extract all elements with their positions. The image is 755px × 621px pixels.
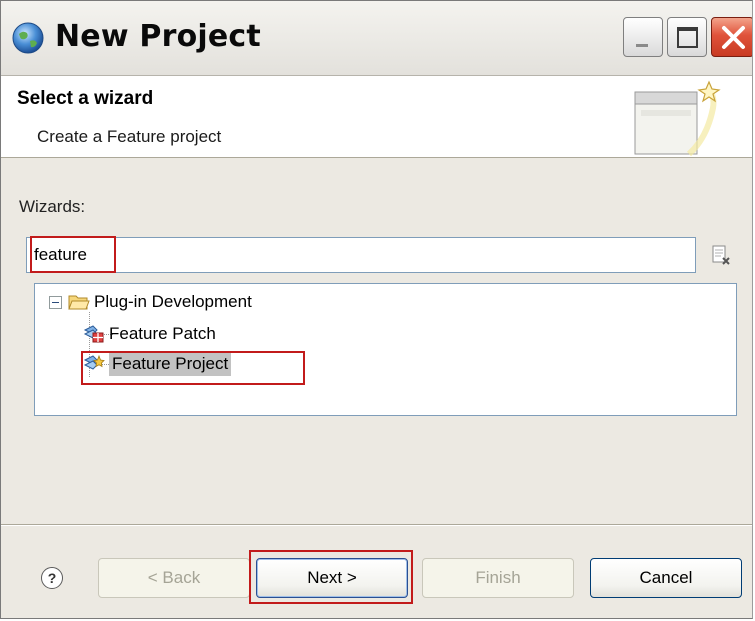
close-button[interactable] [711,17,752,57]
wizard-tree[interactable]: Plug-in Development Feature Patch Featur… [34,283,737,416]
next-button[interactable]: Next > [256,558,408,598]
maximize-icon [677,27,698,48]
collapse-toggle-icon[interactable] [49,295,62,309]
feature-project-icon [83,354,105,370]
feature-patch-icon [83,325,104,343]
close-icon [722,26,745,49]
minimize-icon [636,44,648,47]
maximize-button[interactable] [667,17,707,57]
minimize-button[interactable] [623,17,663,57]
tree-item-label: Feature Project [109,352,232,376]
tree-item-label: Feature Patch [109,324,216,343]
back-button[interactable]: < Back [98,558,250,598]
tree-item-feature-project[interactable]: Feature Project [83,350,232,378]
page-title: Select a wizard [17,88,154,109]
tree-item-plugin-development[interactable]: Plug-in Development [49,288,252,316]
wizard-filter-input[interactable] [26,237,696,273]
clear-filter-icon[interactable] [710,244,732,266]
cancel-button[interactable]: Cancel [590,558,742,598]
eclipse-globe-icon [12,22,44,54]
footer-separator [1,525,752,526]
title-bar[interactable]: New Project [1,1,752,76]
wizards-label: Wizards: [19,197,86,216]
tree-item-label: Plug-in Development [94,292,252,311]
wizard-header: Select a wizard Create a Feature project [1,76,752,158]
page-description: Create a Feature project [37,127,222,146]
new-wizard-banner-icon [634,80,721,157]
folder-open-icon [68,295,90,310]
window-title: New Project [55,19,261,54]
help-icon[interactable]: ? [41,567,63,589]
tree-item-feature-patch[interactable]: Feature Patch [83,320,216,348]
finish-button[interactable]: Finish [422,558,574,598]
new-project-dialog: New Project Select a wizard Create a Fea… [0,0,753,619]
